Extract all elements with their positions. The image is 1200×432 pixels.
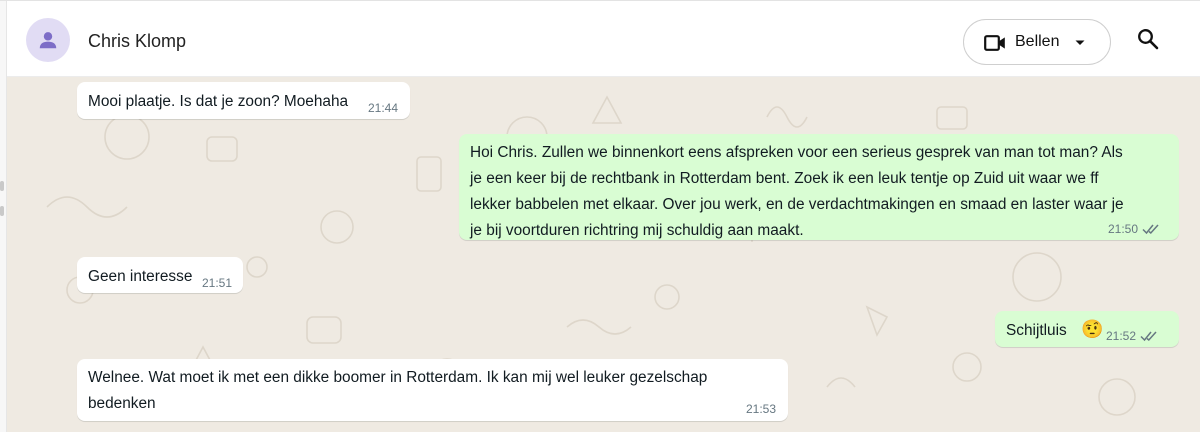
contact-name[interactable]: Chris Klomp bbox=[88, 31, 186, 52]
message-bubble-incoming[interactable]: Geen interesse 21:51 bbox=[77, 257, 243, 293]
message-text-line: Welnee. Wat moet ik met een dikke boomer… bbox=[88, 369, 708, 386]
message-time: 21:50 bbox=[1108, 222, 1139, 236]
person-icon bbox=[39, 32, 57, 49]
message-text-line: lekker babbelen met elkaar. Over jou wer… bbox=[470, 196, 1124, 213]
message-text: Mooi plaatje. Is dat je zoon? Moehaha bbox=[88, 93, 349, 110]
message-bubble-incoming[interactable]: Mooi plaatje. Is dat je zoon? Moehaha 21… bbox=[77, 82, 410, 119]
call-button[interactable]: Bellen bbox=[963, 19, 1111, 65]
face-with-raised-eyebrow-emoji: 🤨 bbox=[1081, 319, 1104, 339]
message-text-line: je een keer bij de rechtbank in Rotterda… bbox=[470, 170, 1099, 187]
rail-marker bbox=[0, 206, 4, 216]
message-text-line: Hoi Chris. Zullen we binnenkort eens afs… bbox=[470, 144, 1123, 161]
avatar[interactable] bbox=[26, 18, 70, 62]
message-text: Schijtluis bbox=[1006, 322, 1067, 339]
message-bubble-outgoing[interactable]: Schijtluis 🤨 21:52 bbox=[995, 311, 1179, 347]
chat-window: Chris Klomp Bellen Mooi plaatje. Is dat … bbox=[0, 0, 1200, 432]
message-list[interactable]: Mooi plaatje. Is dat je zoon? Moehaha 21… bbox=[7, 77, 1200, 432]
message-time: 21:53 bbox=[746, 402, 777, 416]
message-text-line: bedenken bbox=[88, 395, 156, 412]
chat-header: Chris Klomp Bellen bbox=[7, 2, 1200, 77]
message-bubble-outgoing[interactable]: Hoi Chris. Zullen we binnenkort eens afs… bbox=[459, 134, 1179, 240]
left-rail bbox=[0, 1, 7, 432]
rail-marker bbox=[0, 181, 4, 191]
double-check-icon bbox=[1140, 331, 1157, 342]
search-icon[interactable] bbox=[1137, 28, 1159, 50]
video-camera-icon bbox=[984, 35, 1005, 51]
message-text: Geen interesse bbox=[88, 268, 193, 285]
message-time: 21:44 bbox=[368, 101, 399, 115]
message-text-line: je bij voortduren richtring mij schuldig… bbox=[470, 222, 804, 239]
call-button-label: Bellen bbox=[1015, 33, 1060, 50]
message-time: 21:52 bbox=[1106, 329, 1137, 343]
message-bubble-incoming[interactable]: Welnee. Wat moet ik met een dikke boomer… bbox=[77, 359, 788, 421]
message-time: 21:51 bbox=[202, 276, 233, 290]
chevron-down-icon[interactable] bbox=[1074, 39, 1086, 47]
double-check-icon bbox=[1142, 224, 1159, 235]
